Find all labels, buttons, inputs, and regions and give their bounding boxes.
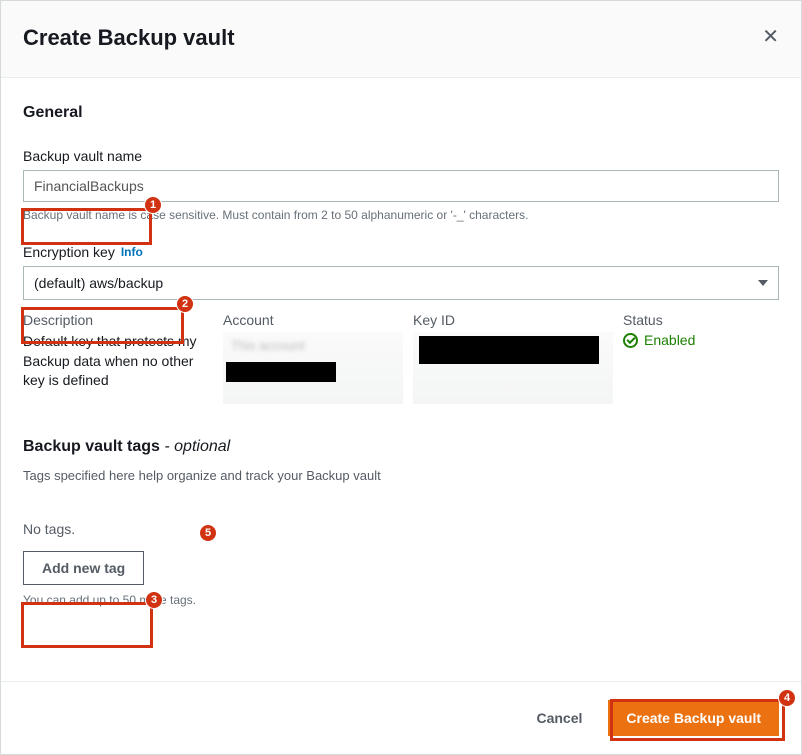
vault-name-input[interactable]: [23, 170, 779, 202]
encryption-key-label: Encryption key Info: [23, 244, 779, 260]
encryption-key-details: Description Default key that protects my…: [23, 312, 779, 404]
annotation-badge-2: 2: [176, 295, 194, 313]
col-keyid-heading: Key ID: [413, 312, 613, 328]
tags-description: Tags specified here help organize and tr…: [23, 468, 779, 483]
cancel-button[interactable]: Cancel: [526, 702, 592, 734]
add-new-tag-button[interactable]: Add new tag: [23, 551, 144, 585]
col-account-value: This account: [223, 332, 403, 404]
annotation-badge-5: 5: [199, 524, 217, 542]
col-status-value: Enabled: [623, 332, 779, 348]
annotation-badge-1: 1: [144, 196, 162, 214]
check-circle-icon: [623, 333, 638, 348]
col-keyid-value: [413, 332, 613, 404]
annotation-badge-4: 4: [778, 689, 796, 707]
no-tags-text: No tags.: [23, 521, 779, 537]
dialog-title: Create Backup vault: [23, 25, 235, 51]
tags-heading: Backup vault tags - optional: [23, 438, 779, 456]
vault-name-hint: Backup vault name is case sensitive. Mus…: [23, 208, 779, 222]
col-account-heading: Account: [223, 312, 403, 328]
encryption-key-value: (default) aws/backup: [34, 275, 163, 291]
annotation-badge-3: 3: [145, 591, 163, 609]
dialog-footer: Cancel Create Backup vault: [1, 681, 801, 754]
annotation-box-3: [21, 602, 153, 648]
tags-limit-hint: You can add up to 50 more tags.: [23, 593, 779, 607]
col-description-heading: Description: [23, 312, 213, 328]
encryption-key-select[interactable]: (default) aws/backup: [23, 266, 779, 300]
col-status-heading: Status: [623, 312, 779, 328]
vault-name-label: Backup vault name: [23, 148, 779, 164]
encryption-info-link[interactable]: Info: [121, 245, 143, 259]
chevron-down-icon: [758, 280, 768, 286]
section-general-heading: General: [23, 104, 779, 122]
create-backup-vault-button[interactable]: Create Backup vault: [608, 700, 779, 736]
dialog-body: General Backup vault name Backup vault n…: [1, 78, 801, 607]
close-icon[interactable]: ✕: [762, 27, 779, 47]
col-description-value: Default key that protects my Backup data…: [23, 332, 213, 391]
dialog-header: Create Backup vault ✕: [1, 1, 801, 78]
